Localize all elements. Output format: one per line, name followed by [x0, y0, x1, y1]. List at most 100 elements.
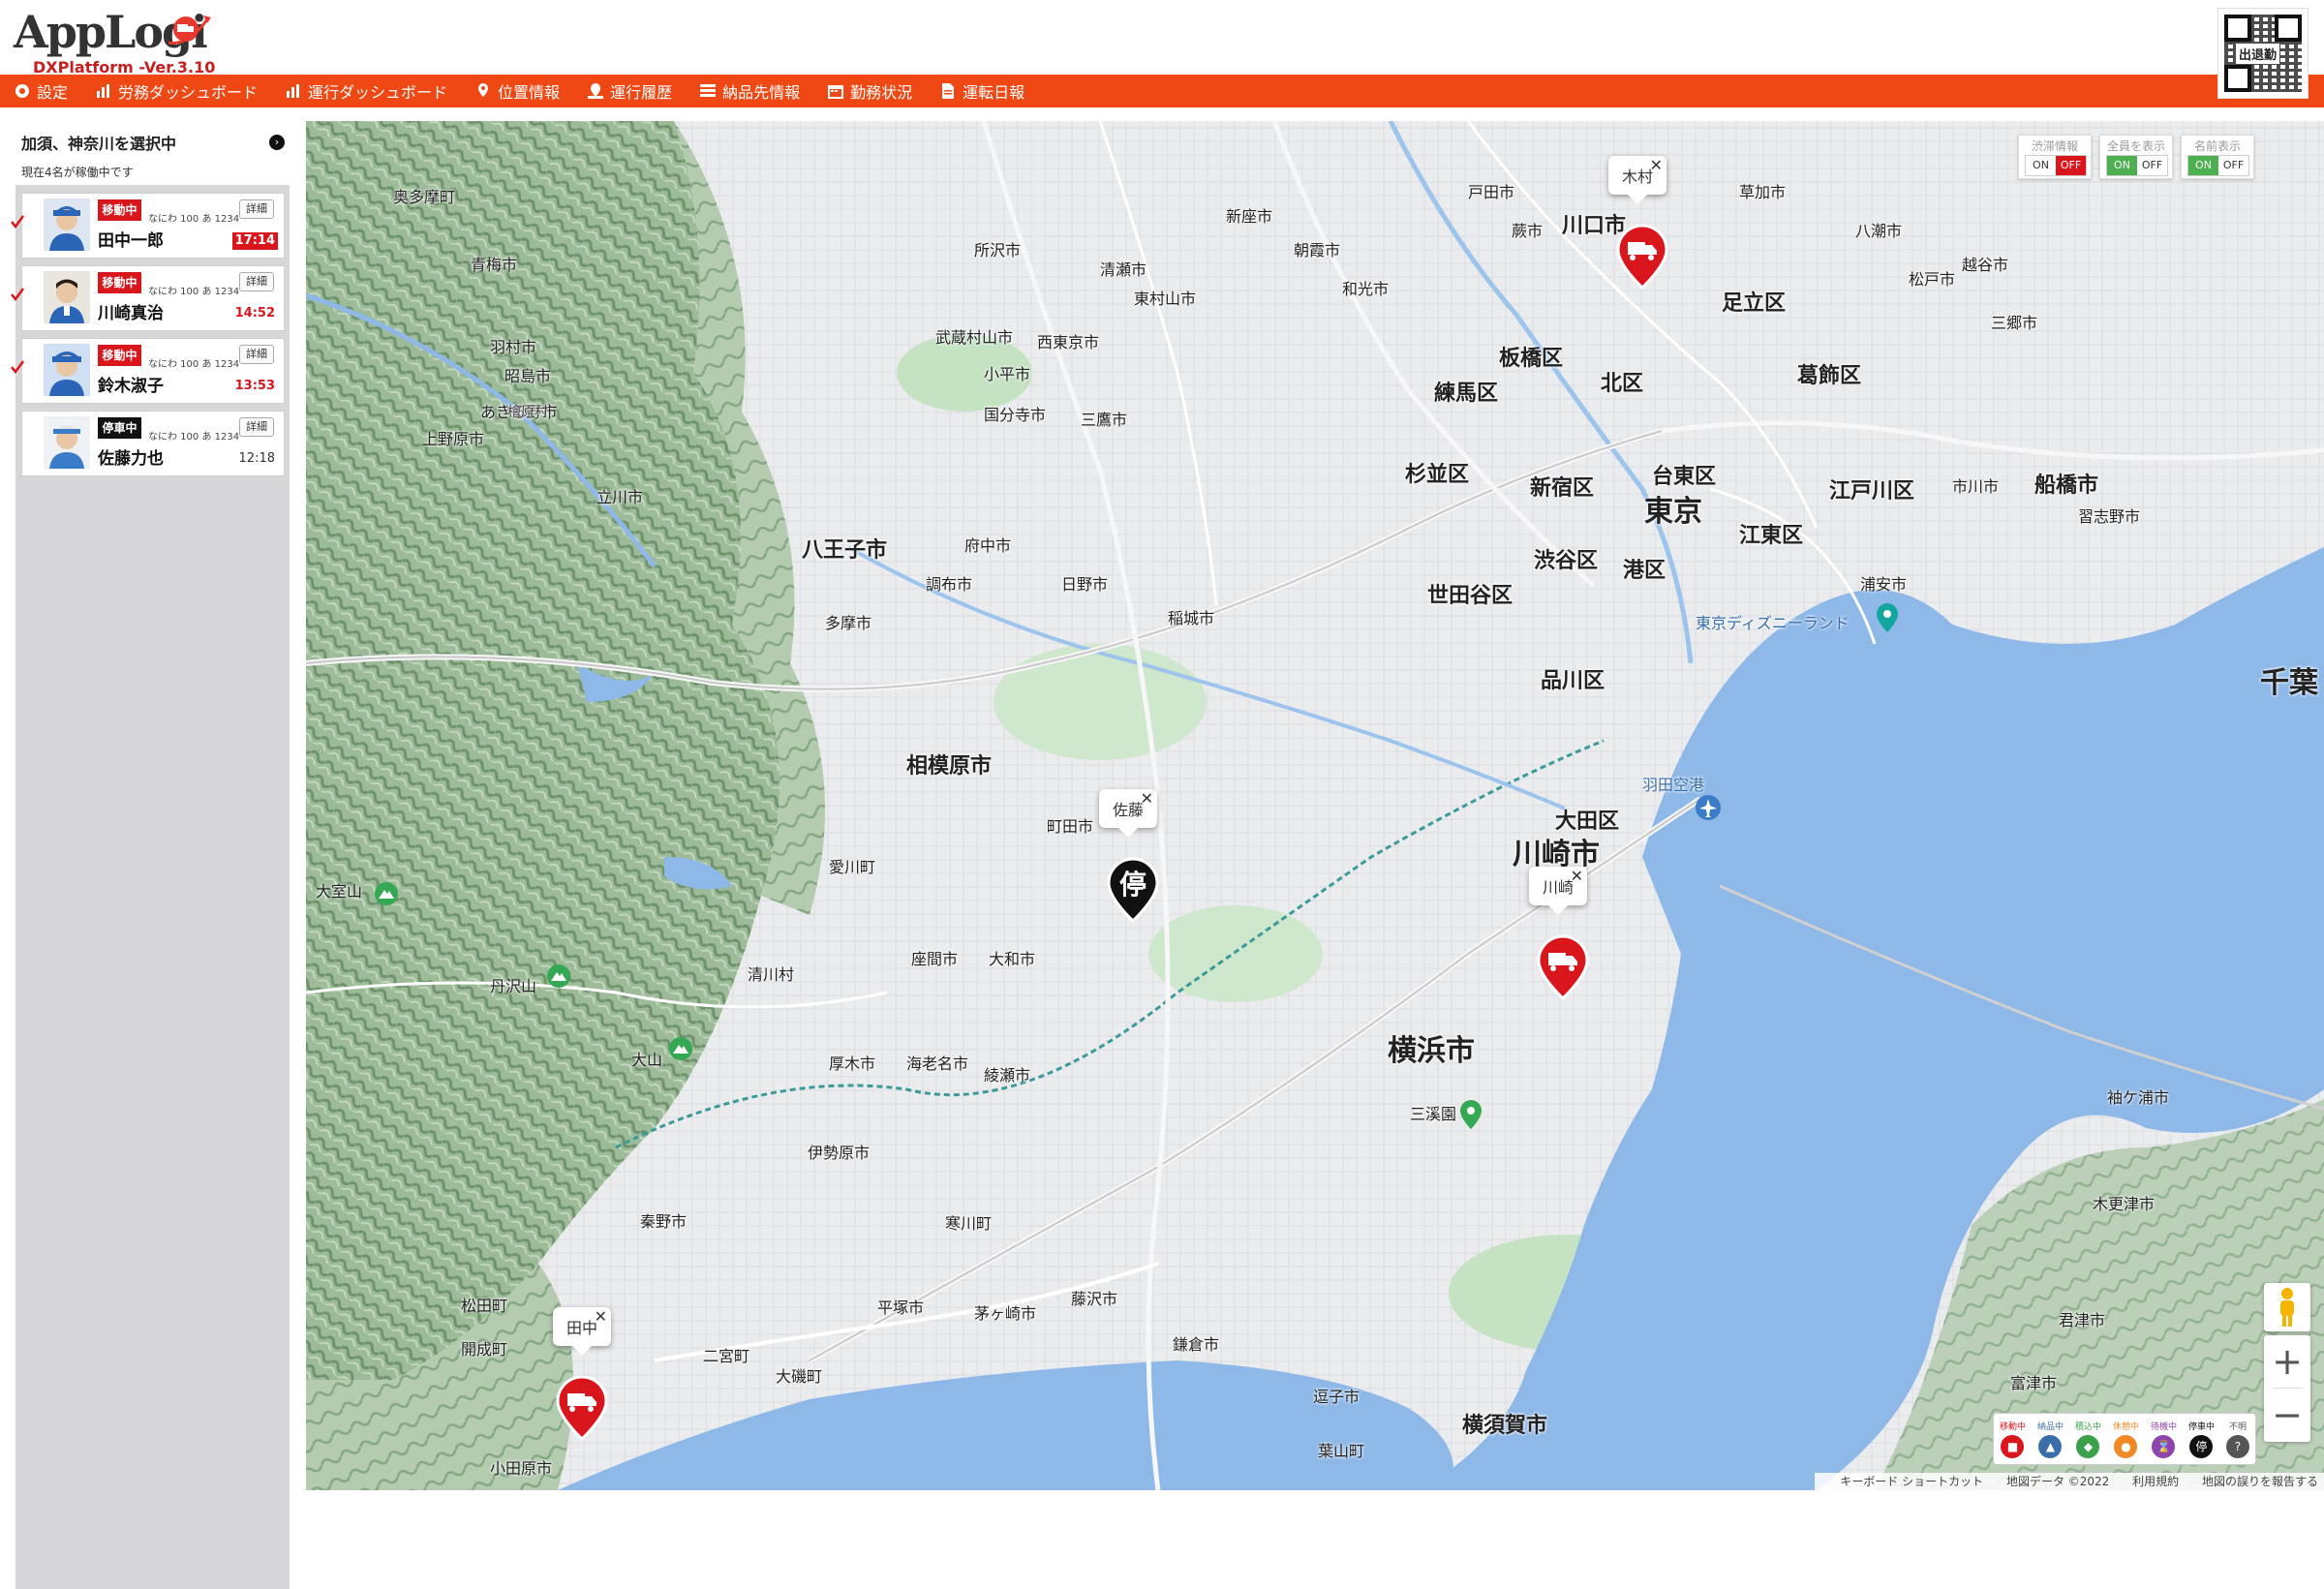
- nav-delivery-info[interactable]: 納品先情報: [699, 79, 800, 103]
- place-label: 伊勢原市: [808, 1144, 871, 1162]
- license-plate: なにわ 100 あ 1234: [148, 432, 240, 443]
- place-label: 小田原市: [490, 1459, 553, 1478]
- nav-history[interactable]: 運行履歴: [587, 79, 672, 103]
- nav-location[interactable]: 位置情報: [474, 79, 560, 103]
- toggle-on[interactable]: ON: [2107, 156, 2137, 175]
- toggle-switch[interactable]: ON OFF: [2187, 155, 2249, 176]
- qr-code[interactable]: 出退勤: [2217, 8, 2309, 99]
- detail-button[interactable]: 詳細: [239, 417, 274, 437]
- traffic-toggle[interactable]: 渋滞情報 ON OFF: [2018, 135, 2092, 179]
- toggle-off[interactable]: OFF: [2137, 156, 2167, 175]
- legend-item: 納品中 ▲: [2037, 1420, 2064, 1458]
- marker-name-bubble[interactable]: 田中 ✕: [553, 1307, 612, 1356]
- checkmark-icon[interactable]: [11, 288, 24, 301]
- pegman-icon: [2280, 1288, 2294, 1327]
- map-data-label: 地図データ ©2022: [2005, 1475, 2110, 1488]
- place-label: 茅ヶ崎市: [974, 1304, 1037, 1323]
- nav-settings[interactable]: 設定: [14, 79, 68, 103]
- map-view[interactable]: 奥多摩町 青梅市 羽村市 あきる野市 昭島市 檜原村 所沢市 西東京市 小平市 …: [306, 121, 2324, 1490]
- stopped-pin-icon: 停: [1107, 857, 1159, 924]
- marker-name-bubble[interactable]: 木村 ✕: [1608, 156, 1667, 204]
- marker-name-bubble[interactable]: 川崎 ✕: [1529, 867, 1588, 915]
- close-icon[interactable]: ✕: [1650, 156, 1663, 174]
- terms-link[interactable]: 利用規約: [2132, 1475, 2179, 1488]
- nav-work-status[interactable]: 勤務状況: [827, 79, 912, 103]
- driver-card[interactable]: 移動中 なにわ 100 あ 1234 鈴木淑子 詳細 13:53: [11, 338, 285, 404]
- place-label: 二宮町: [703, 1347, 750, 1365]
- toggle-on[interactable]: ON: [2026, 156, 2056, 175]
- legend-item: 停車中停: [2188, 1420, 2215, 1458]
- place-label: 小平市: [984, 365, 1031, 383]
- detail-button[interactable]: 詳細: [239, 345, 274, 364]
- marker-name-bubble[interactable]: 佐藤 ✕: [1099, 789, 1158, 838]
- place-label: 座間市: [911, 950, 959, 968]
- truck-marker[interactable]: [1615, 224, 1669, 290]
- street-view-pegman[interactable]: [2264, 1283, 2310, 1331]
- legend-label: 停車中: [2187, 1422, 2215, 1432]
- stop-marker[interactable]: 停: [1106, 857, 1160, 924]
- toggle-switch[interactable]: ON OFF: [2106, 155, 2168, 176]
- legend-break-icon: ●: [2114, 1435, 2138, 1458]
- toggle-off[interactable]: OFF: [2218, 156, 2248, 175]
- place-label: 品川区: [1541, 669, 1605, 693]
- place-label: 昭島市: [505, 367, 552, 385]
- toggle-off[interactable]: OFF: [2056, 156, 2086, 175]
- close-icon[interactable]: ✕: [1141, 789, 1153, 808]
- legend-item: 積込中 ◆: [2075, 1420, 2101, 1458]
- driver-card[interactable]: 移動中 なにわ 100 あ 1234 川崎真治 詳細 14:52: [11, 265, 285, 331]
- detail-button[interactable]: 詳細: [239, 272, 274, 291]
- truck-marker[interactable]: [555, 1375, 609, 1442]
- place-label: 秦野市: [640, 1212, 688, 1231]
- place-label: 葉山町: [1318, 1442, 1365, 1460]
- place-label: 東京ディズニーランド: [1696, 614, 1850, 632]
- show-all-toggle[interactable]: 全員を表示 ON OFF: [2099, 135, 2173, 179]
- driver-name: 川崎真治: [98, 304, 164, 323]
- elapsed-time: 17:14: [231, 232, 278, 250]
- driver-card[interactable]: 停車中 なにわ 100 あ 1234 佐藤力也 詳細 12:18: [21, 411, 285, 476]
- nav-driving-report[interactable]: 運転日報: [939, 79, 1024, 103]
- elapsed-time: 12:18: [238, 451, 275, 466]
- zoom-control: + −: [2264, 1335, 2310, 1442]
- status-badge: 停車中: [98, 417, 141, 439]
- checkmark-icon[interactable]: [11, 215, 24, 229]
- toggle-label: 名前表示: [2193, 139, 2241, 153]
- active-driver-count: 現在4名が稼働中です: [21, 166, 134, 179]
- status-badge: 移動中: [98, 272, 141, 293]
- marker-name: 木村: [1622, 168, 1654, 186]
- place-label: 市川市: [1952, 477, 2000, 496]
- zoom-out-button[interactable]: −: [2264, 1389, 2310, 1441]
- toggle-label: 全員を表示: [2106, 139, 2165, 153]
- place-label: 千葉: [2260, 666, 2318, 700]
- legend-waiting-icon: ⌛: [2152, 1435, 2176, 1458]
- qr-corner-marker: [2224, 15, 2251, 42]
- place-label: 稲城市: [1168, 609, 1215, 627]
- detail-button[interactable]: 詳細: [239, 199, 274, 219]
- nav-label: 位置情報: [498, 83, 561, 102]
- nav-label: 勤務状況: [850, 83, 913, 102]
- place-label: 奥多摩町: [393, 188, 456, 206]
- chevron-right-icon[interactable]: ›: [269, 135, 285, 150]
- place-label: 葛飾区: [1797, 364, 1862, 388]
- toggle-on[interactable]: ON: [2188, 156, 2218, 175]
- mountain-icon: [375, 882, 398, 905]
- truck-marker[interactable]: [1536, 934, 1590, 1001]
- place-label: 蕨市: [1512, 222, 1544, 240]
- driver-card[interactable]: 移動中 なにわ 100 あ 1234 田中一郎 詳細 17:14: [11, 193, 285, 259]
- legend-item: 不明?: [2225, 1420, 2249, 1458]
- toggle-switch[interactable]: ON OFF: [2025, 155, 2087, 176]
- close-icon[interactable]: ✕: [1571, 867, 1583, 885]
- checkmark-icon[interactable]: [11, 360, 24, 374]
- applogi-logo[interactable]: AppLogi DXPlatform -Ver.3.10: [14, 6, 227, 76]
- keyboard-shortcuts-link[interactable]: キーボード ショートカット: [1840, 1475, 1983, 1488]
- zoom-in-button[interactable]: +: [2264, 1335, 2310, 1388]
- nav-labor-dashboard[interactable]: 労務ダッシュボード: [95, 79, 258, 103]
- close-icon[interactable]: ✕: [595, 1307, 607, 1326]
- place-label: 袖ケ浦市: [2107, 1088, 2170, 1107]
- show-names-toggle[interactable]: 名前表示 ON OFF: [2181, 135, 2254, 179]
- nav-operation-dashboard[interactable]: 運行ダッシュボード: [285, 79, 447, 103]
- place-label: 浦安市: [1860, 575, 1908, 594]
- avatar: [44, 271, 90, 323]
- nav-label: 運行ダッシュボード: [308, 83, 448, 102]
- place-label: 逗子市: [1313, 1388, 1361, 1406]
- report-error-link[interactable]: 地図の誤りを報告する: [2202, 1475, 2318, 1488]
